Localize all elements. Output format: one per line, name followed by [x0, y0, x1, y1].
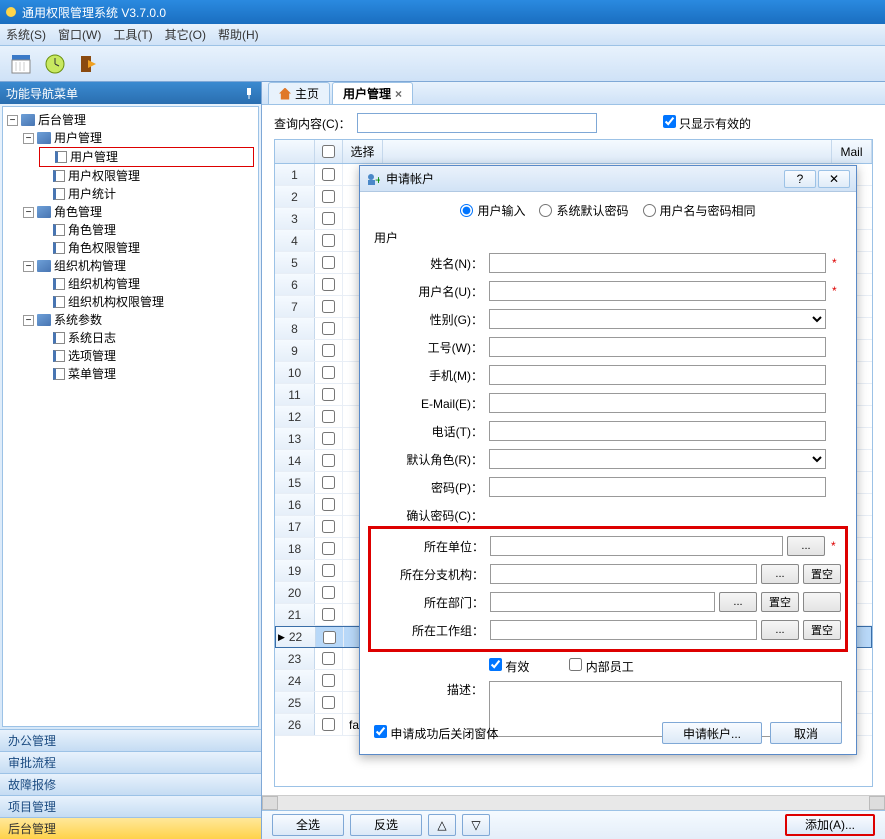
dialog-title-bar[interactable]: + 申请帐户 ? ✕	[360, 166, 856, 192]
exit-icon[interactable]	[76, 51, 102, 77]
menu-system[interactable]: 系统(S)	[6, 26, 46, 43]
folder-icon	[37, 206, 51, 218]
calendar-icon[interactable]	[8, 51, 34, 77]
tab-home[interactable]: 主页	[268, 82, 330, 104]
tab-office[interactable]: 办公管理	[0, 729, 261, 751]
add-button[interactable]: 添加(A)...	[785, 814, 875, 836]
unit-input[interactable]	[490, 536, 783, 556]
folder-icon	[37, 260, 51, 272]
dept-clear-button[interactable]: 置空	[761, 592, 799, 612]
tab-approval[interactable]: 审批流程	[0, 751, 261, 773]
dept-extra-button[interactable]	[803, 592, 841, 612]
username-input[interactable]	[489, 281, 826, 301]
tab-user-mgmt[interactable]: 用户管理×	[332, 82, 413, 104]
menu-tools[interactable]: 工具(T)	[113, 26, 152, 43]
gender-select[interactable]	[489, 309, 826, 329]
branch-clear-button[interactable]: 置空	[803, 564, 841, 584]
org-section-highlight: 所在单位：...* 所在分支机构：...置空 所在部门：...置空 所在工作组：…	[368, 526, 848, 652]
cancel-button[interactable]: 取消	[770, 722, 842, 744]
close-after-checkbox[interactable]: 申请成功后关闭窗体	[374, 725, 498, 742]
dept-browse-button[interactable]: ...	[719, 592, 757, 612]
radio-user-input[interactable]: 用户输入	[460, 202, 525, 219]
user-add-icon: +	[366, 172, 380, 186]
help-button[interactable]: ?	[784, 170, 816, 188]
select-all-checkbox[interactable]	[322, 145, 335, 158]
tree-expand[interactable]: −	[7, 115, 18, 126]
title-bar: 通用权限管理系统 V3.7.0.0	[0, 0, 885, 24]
workgroup-input[interactable]	[490, 620, 757, 640]
dept-input[interactable]	[490, 592, 715, 612]
radio-same[interactable]: 用户名与密码相同	[643, 202, 756, 219]
clock-icon[interactable]	[42, 51, 68, 77]
section-user: 用户	[374, 229, 842, 246]
branch-input[interactable]	[490, 564, 757, 584]
radio-sys-default[interactable]: 系统默认密码	[539, 202, 628, 219]
password-input[interactable]	[489, 477, 826, 497]
mobile-input[interactable]	[489, 365, 826, 385]
search-label: 查询内容(C)：	[274, 115, 351, 132]
folder-icon	[21, 114, 35, 126]
select-all-button[interactable]: 全选	[272, 814, 344, 836]
svg-text:+: +	[375, 173, 380, 186]
toolbar	[0, 46, 885, 82]
menu-window[interactable]: 窗口(W)	[58, 26, 101, 43]
close-icon[interactable]: ×	[395, 87, 402, 101]
dialog-title: 申请帐户	[386, 170, 434, 187]
menu-other[interactable]: 其它(O)	[165, 26, 206, 43]
nav-header: 功能导航菜单	[0, 82, 261, 104]
workgroup-clear-button[interactable]: 置空	[803, 620, 841, 640]
col-select[interactable]: 选择	[343, 140, 383, 163]
tab-project[interactable]: 项目管理	[0, 795, 261, 817]
apply-account-dialog: + 申请帐户 ? ✕ 用户输入 系统默认密码 用户名与密码相同 用户	[359, 165, 857, 755]
bottom-bar: 全选 反选 △ ▽ 添加(A)...	[262, 810, 885, 839]
menu-bar: 系统(S) 窗口(W) 工具(T) 其它(O) 帮助(H)	[0, 24, 885, 46]
email-input[interactable]	[489, 393, 826, 413]
tab-strip: 主页 用户管理×	[262, 82, 885, 105]
app-title: 通用权限管理系统 V3.7.0.0	[22, 4, 166, 21]
unit-browse-button[interactable]: ...	[787, 536, 825, 556]
only-valid-checkbox[interactable]	[663, 115, 676, 128]
nav-bottom-tabs: 办公管理 审批流程 故障报修 项目管理 后台管理	[0, 729, 261, 839]
nav-tree: −后台管理 −用户管理 用户管理 用户权限管理 用户统计 −角色管理 角色管理	[2, 106, 259, 727]
valid-checkbox[interactable]: 有效	[489, 658, 529, 675]
close-button[interactable]: ✕	[818, 170, 850, 188]
pin-icon[interactable]	[243, 87, 255, 99]
content: 查询内容(C)： 只显示有效的 选择 Mail 1234567891011121…	[262, 105, 885, 795]
home-icon	[279, 88, 291, 100]
workgroup-browse-button[interactable]: ...	[761, 620, 799, 640]
search-input[interactable]	[357, 113, 597, 133]
apply-button[interactable]: 申请帐户...	[662, 722, 762, 744]
horizontal-scrollbar[interactable]	[262, 795, 885, 810]
branch-browse-button[interactable]: ...	[761, 564, 799, 584]
page-icon	[55, 151, 67, 163]
page-icon	[53, 170, 65, 182]
internal-checkbox[interactable]: 内部员工	[569, 658, 633, 675]
tab-fault[interactable]: 故障报修	[0, 773, 261, 795]
invert-button[interactable]: 反选	[350, 814, 422, 836]
move-down-button[interactable]: ▽	[462, 814, 490, 836]
menu-help[interactable]: 帮助(H)	[218, 26, 259, 43]
content-panel: 主页 用户管理× 查询内容(C)： 只显示有效的 选择 Mail 1234567…	[262, 82, 885, 839]
app-icon	[6, 7, 16, 17]
phone-input[interactable]	[489, 421, 826, 441]
nav-panel: 功能导航菜单 −后台管理 −用户管理 用户管理 用户权限管理 用户统计 −角色管…	[0, 82, 262, 839]
tab-backend[interactable]: 后台管理	[0, 817, 261, 839]
folder-icon	[37, 314, 51, 326]
page-icon	[53, 188, 65, 200]
col-mail[interactable]: Mail	[832, 140, 872, 163]
move-up-button[interactable]: △	[428, 814, 456, 836]
name-input[interactable]	[489, 253, 826, 273]
empno-input[interactable]	[489, 337, 826, 357]
nav-title: 功能导航菜单	[6, 85, 78, 102]
tree-item-selected[interactable]: 用户管理	[39, 147, 254, 167]
folder-icon	[37, 132, 51, 144]
role-select[interactable]	[489, 449, 826, 469]
